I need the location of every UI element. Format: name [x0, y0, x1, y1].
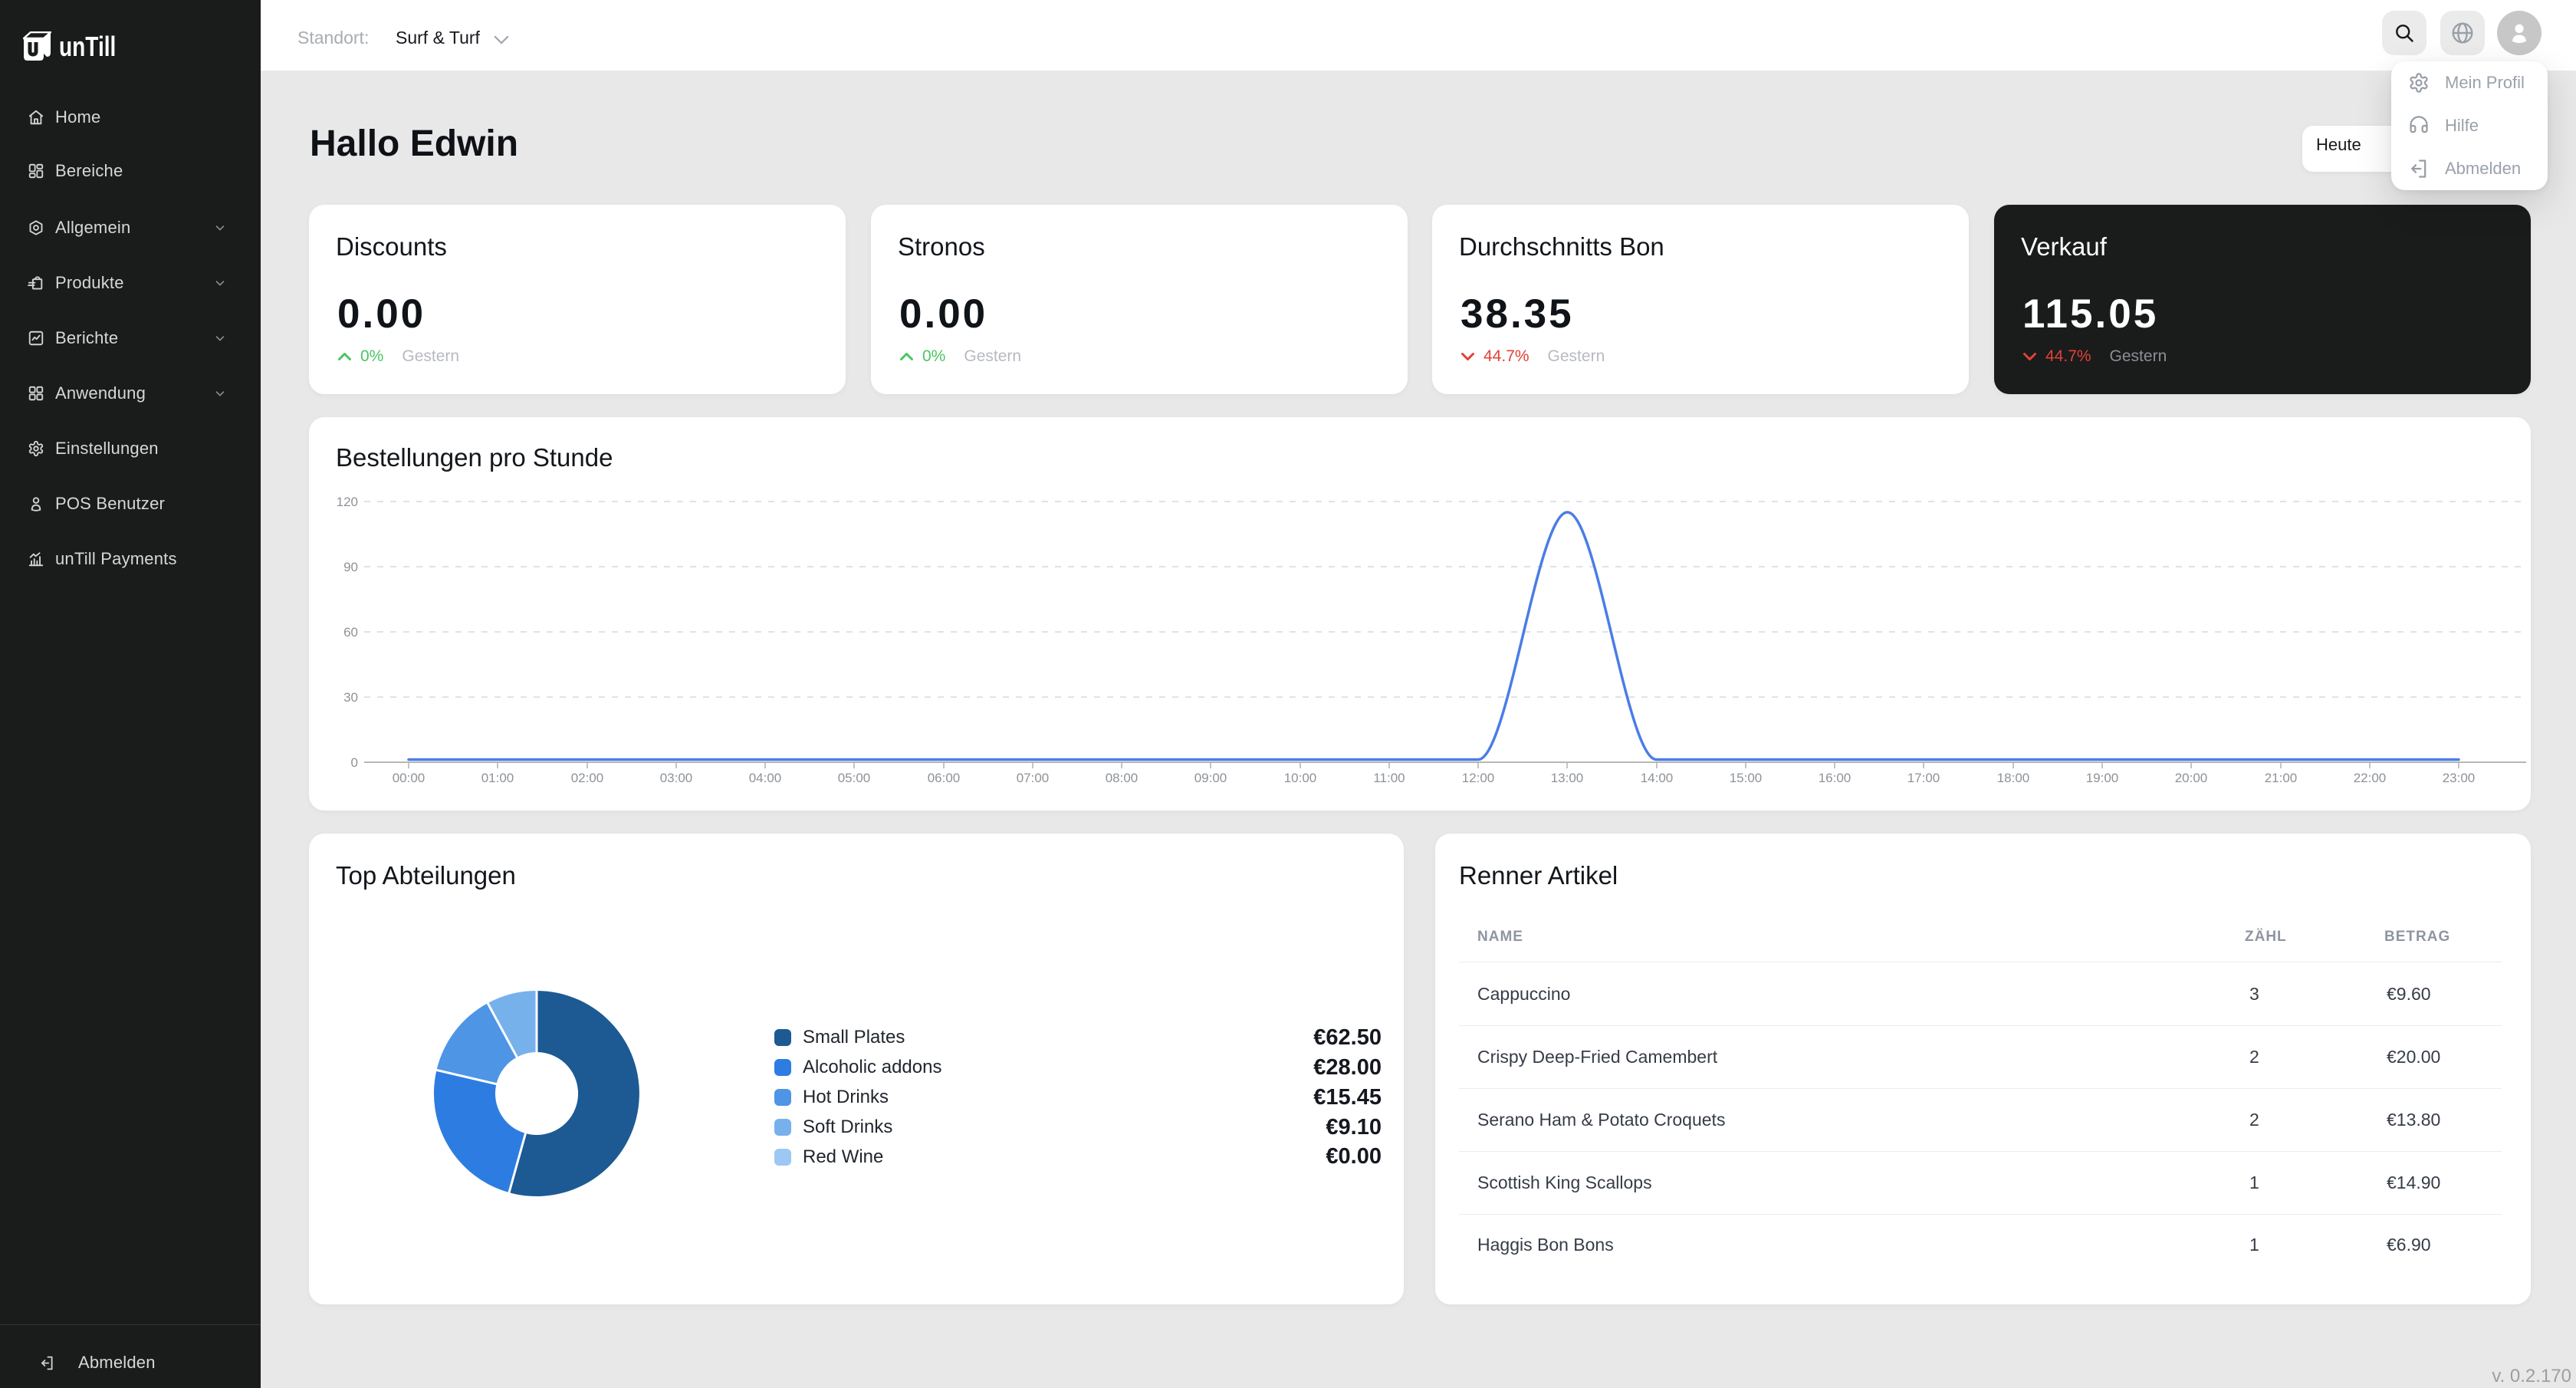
- svg-text:20:00: 20:00: [2175, 771, 2208, 785]
- svg-text:30: 30: [343, 690, 358, 705]
- svg-text:15:00: 15:00: [1730, 771, 1763, 785]
- svg-text:90: 90: [343, 560, 358, 574]
- svg-text:07:00: 07:00: [1017, 771, 1050, 785]
- svg-text:05:00: 05:00: [838, 771, 871, 785]
- svg-text:06:00: 06:00: [928, 771, 961, 785]
- svg-text:04:00: 04:00: [749, 771, 782, 785]
- svg-text:09:00: 09:00: [1194, 771, 1227, 785]
- svg-text:13:00: 13:00: [1551, 771, 1584, 785]
- svg-text:11:00: 11:00: [1373, 771, 1405, 785]
- svg-text:23:00: 23:00: [2443, 771, 2476, 785]
- svg-text:19:00: 19:00: [2086, 771, 2119, 785]
- svg-text:02:00: 02:00: [571, 771, 604, 785]
- svg-text:10:00: 10:00: [1284, 771, 1317, 785]
- svg-text:22:00: 22:00: [2354, 771, 2387, 785]
- svg-text:00:00: 00:00: [393, 771, 426, 785]
- svg-text:08:00: 08:00: [1106, 771, 1138, 785]
- svg-text:16:00: 16:00: [1819, 771, 1852, 785]
- svg-text:18:00: 18:00: [1997, 771, 2030, 785]
- svg-text:0: 0: [351, 755, 358, 770]
- svg-text:60: 60: [343, 625, 358, 640]
- svg-text:03:00: 03:00: [660, 771, 693, 785]
- svg-text:17:00: 17:00: [1907, 771, 1940, 785]
- svg-text:01:00: 01:00: [481, 771, 514, 785]
- svg-text:21:00: 21:00: [2265, 771, 2298, 785]
- svg-text:12:00: 12:00: [1462, 771, 1495, 785]
- svg-text:120: 120: [337, 495, 358, 509]
- svg-text:14:00: 14:00: [1641, 771, 1674, 785]
